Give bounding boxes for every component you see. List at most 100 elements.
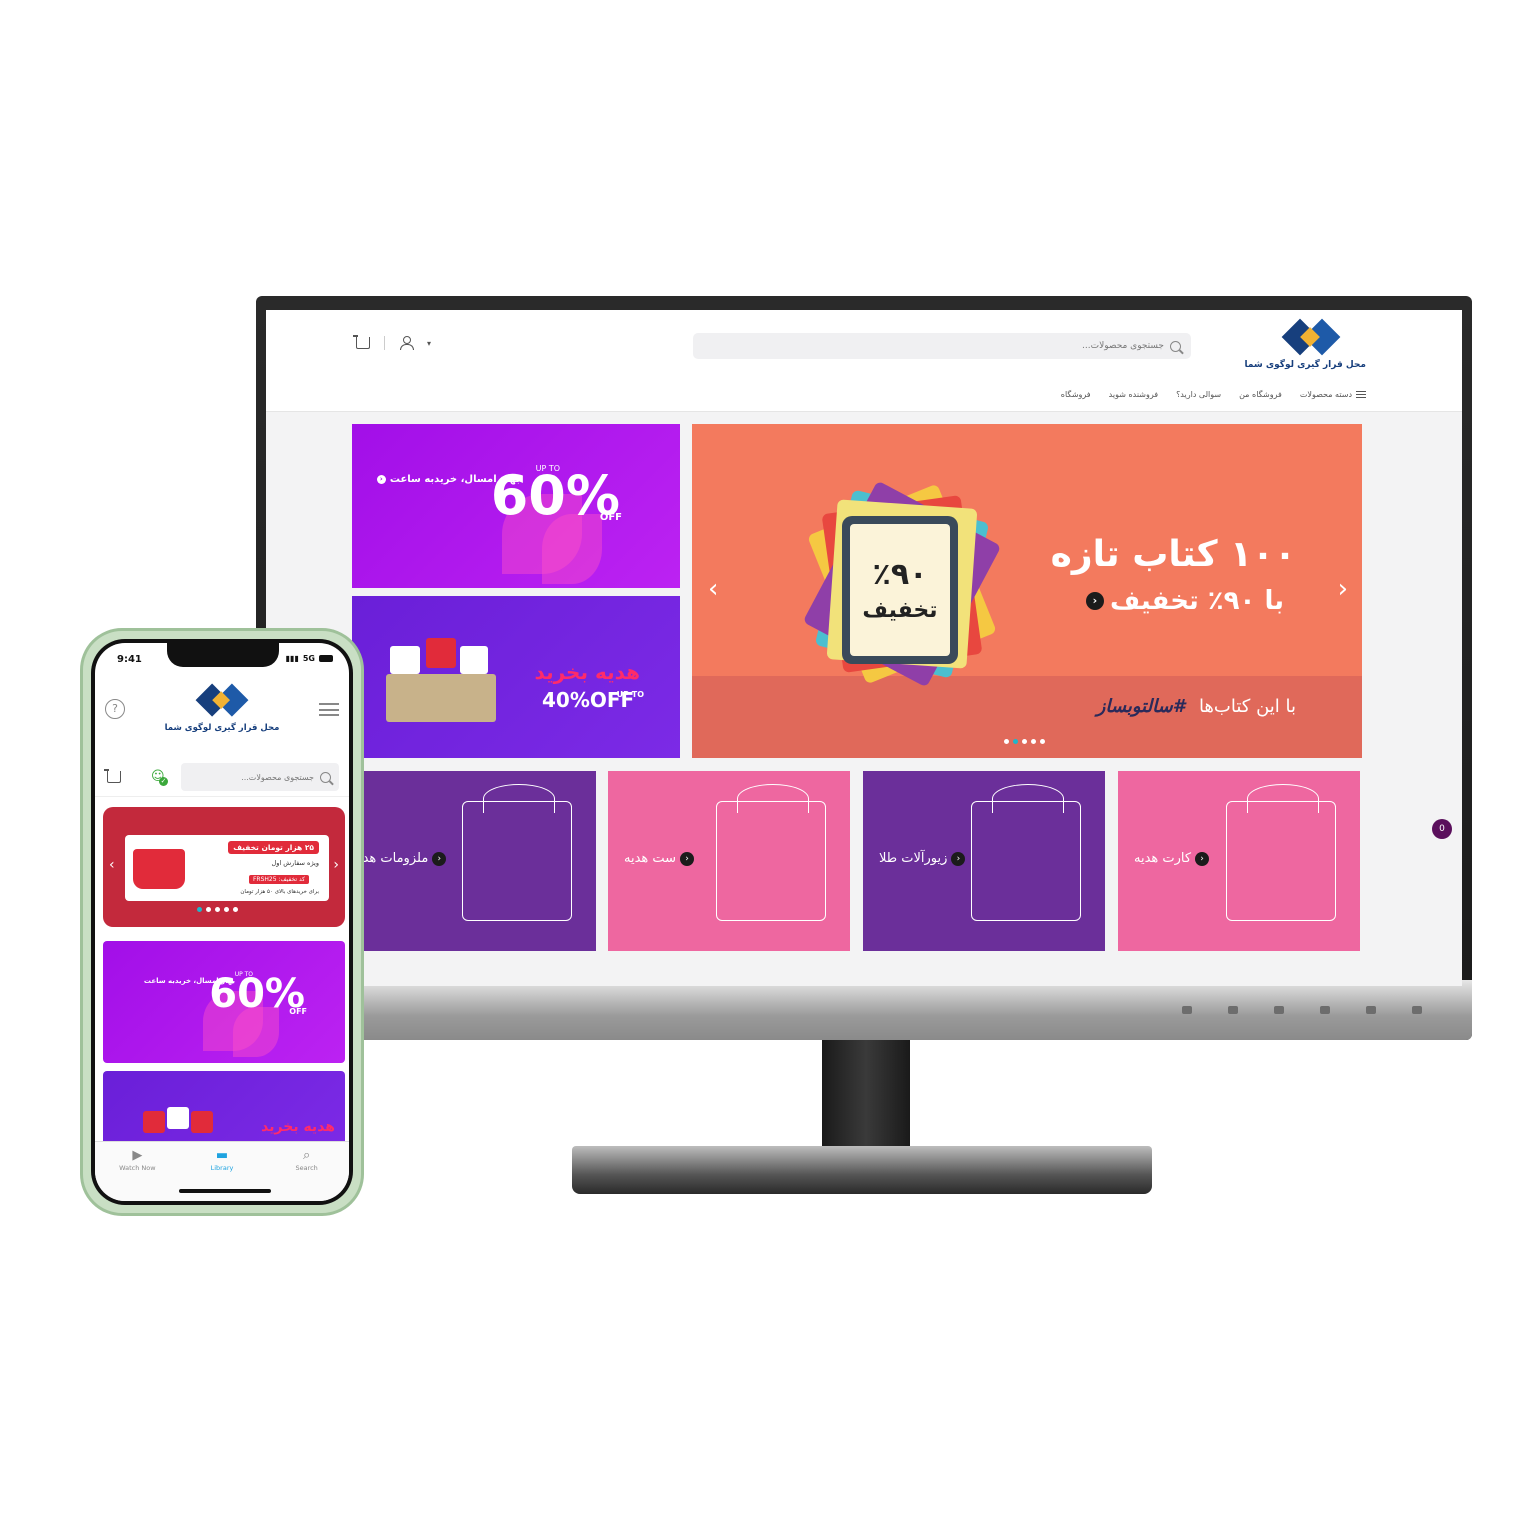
nav-item-categories[interactable]: دسته محصولات: [1300, 390, 1366, 399]
promo-banner-60[interactable]: بهار امسال، خریدبه ساعت ‹ UP TO 60% OFF: [352, 424, 680, 588]
coupon-title: ۲۵ هزار تومان تخفیف: [228, 841, 319, 854]
category-gift-card[interactable]: ‹ کارت هدیه: [1118, 771, 1360, 951]
coupon-card: ۲۵ هزار تومان تخفیف ویژه سفارش اول کد تخ…: [125, 835, 329, 901]
battery-icon: [319, 655, 333, 662]
slider-dot[interactable]: [224, 907, 229, 912]
play-icon: ▶: [132, 1148, 143, 1163]
category-label: ‹ کارت هدیه: [1134, 851, 1210, 866]
nav-item-become-seller[interactable]: فروشنده شوید: [1109, 390, 1158, 399]
monitor-chin: [256, 980, 1472, 1040]
slider-next-icon[interactable]: ›: [1338, 574, 1348, 604]
hero-title: ۱۰۰ کتاب تازه: [1050, 534, 1296, 575]
coupon-banner[interactable]: ۲۵ هزار تومان تخفیف ویژه سفارش اول کد تخ…: [103, 807, 345, 927]
search-icon: [320, 771, 331, 783]
tablet-graphic: ٪۹۰ تخفیف: [842, 516, 958, 664]
cart-icon[interactable]: [104, 769, 121, 783]
slider-dot[interactable]: [1013, 739, 1018, 744]
tab-watch-now[interactable]: ▶ Watch Now: [107, 1148, 167, 1201]
tab-label: Library: [210, 1164, 234, 1172]
hero-subtitle[interactable]: با ۹۰٪ تخفیف ‹: [1085, 586, 1284, 616]
menu-icon: [1356, 391, 1366, 398]
gift-supplies-icon: [462, 784, 572, 921]
monitor-button[interactable]: [1274, 1006, 1284, 1014]
home-indicator: [179, 1189, 271, 1193]
search-icon: ⌕: [303, 1148, 311, 1163]
status-indicators: ▮▮▮ 5G: [286, 654, 333, 663]
promo-banner-gift[interactable]: هدیه بخرید UP TO 40%OFF: [352, 596, 680, 758]
monitor-button[interactable]: [1182, 1006, 1192, 1014]
slider-dot[interactable]: [206, 907, 211, 912]
monitor-buttons: [1182, 1006, 1422, 1014]
tablet-percent: ٪۹۰: [872, 557, 928, 592]
slider-prev-icon[interactable]: ‹: [708, 574, 718, 604]
tablet-word: تخفیف: [862, 598, 938, 623]
slider-dot[interactable]: [233, 907, 238, 912]
search-input[interactable]: جستجوی محصولات...: [181, 763, 339, 791]
gift-title: هدیه بخرید: [534, 660, 640, 684]
search-icon: [1170, 340, 1181, 352]
slider-dot[interactable]: [1004, 739, 1009, 744]
slider-next-icon[interactable]: ›: [333, 857, 339, 873]
site-logo[interactable]: محل قرار گیری لوگوی شما: [1244, 318, 1366, 370]
user-verified-icon[interactable]: ☺ ✓: [151, 769, 168, 786]
slider-dot[interactable]: [215, 907, 220, 912]
slider-dot[interactable]: [1022, 739, 1027, 744]
logo-icon: [195, 683, 249, 719]
monitor-neck: [822, 1040, 910, 1152]
network-label: 5G: [302, 654, 315, 663]
gift-set-icon: [716, 784, 826, 921]
logo-icon: [1281, 318, 1341, 358]
search-input[interactable]: جستجوی محصولات...: [693, 333, 1191, 359]
category-gift-set[interactable]: ‹ ست هدیه: [608, 771, 850, 951]
phone: 9:41 ▮▮▮ 5G ? محل قرار گیری لوگوی شما ☺ ✓…: [80, 628, 364, 1216]
slider-prev-icon[interactable]: ‹: [109, 857, 115, 873]
floating-cart-badge[interactable]: 0: [1432, 819, 1452, 839]
main-nav: دسته محصولات فروشگاه من سوالی دارید؟ فرو…: [1061, 390, 1366, 399]
nav-item-questions[interactable]: سوالی دارید؟: [1176, 390, 1221, 399]
category-gift-supplies[interactable]: ‹ ملزومات هدیه: [352, 771, 596, 951]
cart-icon[interactable]: [353, 335, 370, 349]
tab-label: Search: [295, 1164, 318, 1172]
hero-hashtag: #سالتو‌بساز: [1096, 696, 1186, 717]
phone-notch: [167, 643, 279, 667]
envelope-icon: [1226, 784, 1336, 921]
hero-slider[interactable]: ٪۹۰ تخفیف ۱۰۰ کتاب تازه با ۹۰٪ تخفیف ‹ ب…: [692, 424, 1362, 758]
logo-text: محل قرار گیری لوگوی شما: [164, 723, 280, 733]
coupon-line: ویژه سفارش اول: [271, 859, 319, 867]
slider-dots: [197, 907, 238, 912]
nav-item-my-store[interactable]: فروشگاه من: [1239, 390, 1282, 399]
phone-logo[interactable]: محل قرار گیری لوگوی شما: [95, 681, 349, 733]
signal-icon: ▮▮▮: [285, 654, 299, 663]
desktop-screen: محل قرار گیری لوگوی شما جستجوی محصولات..…: [266, 310, 1462, 986]
tab-library[interactable]: ▬ Library: [192, 1148, 252, 1201]
basket-icon: [133, 849, 185, 889]
category-gold-jewelry[interactable]: ‹ زیورآلات طلا: [863, 771, 1105, 951]
slider-dot[interactable]: [1031, 739, 1036, 744]
phone-search-row: ☺ ✓ جستجوی محصولات...: [95, 759, 349, 797]
chevron-left-icon: ‹: [1085, 592, 1104, 610]
coupon-code: کد تخفیف: FRSH25: [248, 875, 309, 884]
nav-item-store[interactable]: فروشگاه: [1061, 390, 1091, 399]
category-label: ‹ زیورآلات طلا: [879, 851, 966, 866]
logo-text: محل قرار گیری لوگوی شما: [1244, 360, 1366, 370]
monitor-button[interactable]: [1412, 1006, 1422, 1014]
status-time: 9:41: [117, 654, 142, 665]
monitor-button[interactable]: [1366, 1006, 1376, 1014]
promo-off: OFF: [289, 1007, 307, 1016]
category-label: ‹ ملزومات هدیه: [352, 851, 447, 866]
promo-banner-60[interactable]: بهار امسال، خریدبه ساعت UP TO 60% OFF: [103, 941, 345, 1063]
monitor-base: [572, 1146, 1152, 1194]
search-placeholder: جستجوی محصولات...: [241, 772, 314, 782]
user-icon[interactable]: [399, 336, 414, 350]
books-illustration: ٪۹۰ تخفیف: [782, 464, 1022, 704]
slider-dot[interactable]: [1040, 739, 1045, 744]
chevron-down-icon[interactable]: ▾: [427, 339, 431, 348]
monitor-button[interactable]: [1320, 1006, 1330, 1014]
header-actions: ▾: [353, 335, 431, 350]
promo-off: OFF: [599, 512, 622, 523]
tab-search[interactable]: ⌕ Search: [277, 1148, 337, 1201]
ring-box-icon: [971, 784, 1081, 921]
slider-dot[interactable]: [197, 907, 202, 912]
monitor-button[interactable]: [1228, 1006, 1238, 1014]
promo-banner-gift[interactable]: هدیه بخرید: [103, 1071, 345, 1151]
